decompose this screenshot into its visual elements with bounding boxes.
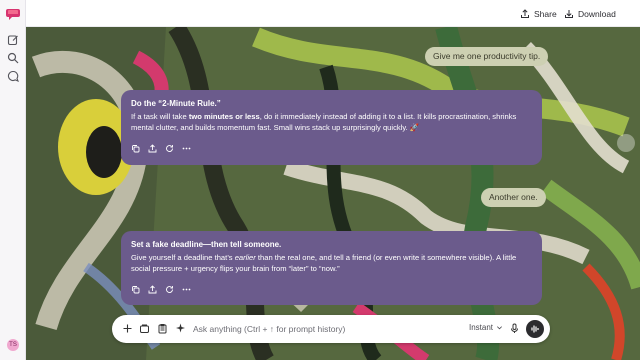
message-actions bbox=[131, 285, 532, 294]
prompt-composer: Instant bbox=[112, 315, 550, 343]
voice-icon bbox=[531, 325, 539, 333]
mic-icon[interactable] bbox=[509, 323, 520, 334]
plus-icon[interactable] bbox=[122, 323, 133, 334]
download-icon bbox=[565, 9, 573, 18]
user-message: Give me one productivity tip. bbox=[425, 47, 549, 66]
copy-icon[interactable] bbox=[131, 144, 140, 153]
edit-icon[interactable] bbox=[7, 33, 19, 46]
voice-button[interactable] bbox=[526, 320, 544, 338]
assistant-message: Set a fake deadline—then tell someone. G… bbox=[121, 231, 542, 305]
model-selector[interactable]: Instant bbox=[469, 323, 503, 332]
share-label: Share bbox=[534, 8, 557, 19]
background-artwork bbox=[26, 27, 640, 360]
regenerate-icon[interactable] bbox=[165, 144, 174, 153]
left-rail: TS bbox=[0, 0, 26, 360]
assistant-message-body: If a task will take two minutes or less,… bbox=[131, 111, 517, 133]
side-scroll-button[interactable] bbox=[617, 134, 635, 152]
copy-icon[interactable] bbox=[131, 285, 140, 294]
clipboard-icon[interactable] bbox=[157, 323, 168, 334]
model-selector-label: Instant bbox=[469, 323, 494, 332]
share-button[interactable]: Share bbox=[520, 6, 557, 21]
chevron-down-icon bbox=[497, 326, 503, 330]
assistant-message: Do the “2-Minute Rule.” If a task will t… bbox=[121, 90, 542, 165]
download-label: Download bbox=[578, 8, 616, 19]
share-icon[interactable] bbox=[148, 144, 157, 153]
share-icon bbox=[521, 8, 529, 18]
regenerate-icon[interactable] bbox=[165, 285, 174, 294]
search-icon[interactable] bbox=[7, 51, 19, 64]
assistant-message-title: Do the “2-Minute Rule.” bbox=[131, 99, 221, 108]
logo-icon[interactable] bbox=[6, 7, 20, 20]
prompt-input[interactable] bbox=[193, 322, 453, 336]
share-icon[interactable] bbox=[148, 285, 157, 294]
top-bar: Share Download bbox=[26, 0, 640, 27]
message-actions bbox=[131, 144, 532, 153]
more-icon[interactable] bbox=[182, 285, 191, 294]
user-message: Another one. bbox=[481, 188, 546, 207]
avatar[interactable]: TS bbox=[7, 339, 19, 351]
assistant-message-title: Set a fake deadline—then tell someone. bbox=[131, 240, 282, 249]
chat-icon[interactable] bbox=[7, 69, 19, 82]
sparkle-icon[interactable] bbox=[175, 323, 186, 334]
attach-icon[interactable] bbox=[139, 323, 150, 334]
more-icon[interactable] bbox=[182, 144, 191, 153]
download-button[interactable]: Download bbox=[564, 6, 616, 21]
assistant-message-body: Give yourself a deadline that’s earlier … bbox=[131, 252, 517, 274]
